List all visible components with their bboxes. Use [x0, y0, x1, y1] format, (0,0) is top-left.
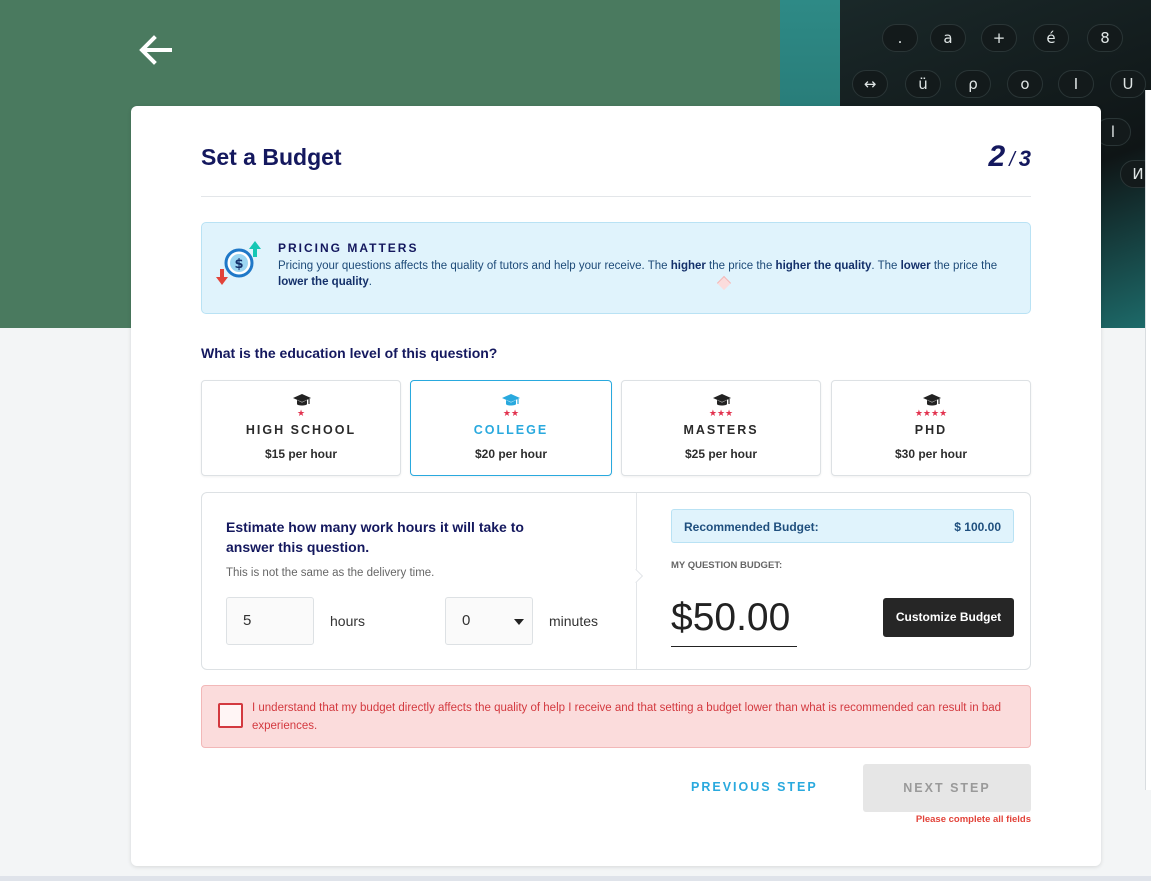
level-name: HIGH SCHOOL	[245, 423, 357, 437]
minutes-label: minutes	[549, 613, 599, 629]
title-divider	[201, 196, 1031, 197]
my-budget-label: MY QUESTION BUDGET:	[671, 560, 783, 571]
next-step-button[interactable]: NEXT STEP	[863, 764, 1031, 812]
typewriter-key: é	[1033, 24, 1069, 52]
graduation-cap-icon	[293, 394, 311, 406]
info-text-bold: higher the quality	[775, 260, 872, 272]
validation-error: Please complete all fields	[915, 814, 1031, 825]
budget-warning: I understand that my budget directly aff…	[201, 685, 1031, 748]
page-title: Set a Budget	[201, 144, 342, 170]
typewriter-key: .	[882, 24, 918, 52]
level-stars: ★	[296, 408, 306, 418]
graduation-cap-icon	[923, 394, 941, 406]
level-price: $30 per hour	[894, 447, 968, 461]
info-text: Pricing your questions affects the quali…	[278, 258, 1018, 290]
side-panel-edge	[1145, 90, 1151, 790]
typewriter-key: 8	[1087, 24, 1123, 52]
level-option-phd[interactable]: ★★★★ PHD $30 per hour	[831, 380, 1031, 476]
back-arrow-icon[interactable]	[136, 30, 176, 70]
level-name: COLLEGE	[473, 423, 549, 437]
recommended-budget-box: Recommended Budget: $ 100.00	[671, 509, 1014, 543]
info-heading: PRICING MATTERS	[278, 241, 419, 255]
step-current: 2	[988, 140, 1006, 173]
step-total: 3	[1018, 146, 1031, 171]
hours-input[interactable]: 5	[226, 597, 314, 645]
typewriter-key: o	[1007, 70, 1043, 98]
level-option-college[interactable]: ★★ COLLEGE $20 per hour	[410, 380, 612, 476]
info-text-bold: lower the quality	[278, 276, 369, 288]
typewriter-key: ρ	[955, 70, 991, 98]
budget-amount-field[interactable]: $50.00	[671, 593, 797, 647]
customize-budget-button[interactable]: Customize Budget	[883, 598, 1014, 637]
education-level-options: ★ HIGH SCHOOL $15 per hour ★★ COLLEGE $2…	[201, 380, 1031, 476]
recommended-label: Recommended Budget:	[684, 520, 819, 534]
level-stars: ★★★★	[914, 408, 948, 418]
typewriter-key: a	[930, 24, 966, 52]
level-option-high-school[interactable]: ★ HIGH SCHOOL $15 per hour	[201, 380, 401, 476]
budget-card: Set a Budget 2/3 $ PRICING MATTERS Prici…	[131, 106, 1101, 866]
typewriter-key: +	[981, 24, 1017, 52]
info-text-bold: higher	[670, 260, 706, 272]
warning-text: I understand that my budget directly aff…	[252, 702, 1002, 732]
estimate-note: This is not the same as the delivery tim…	[226, 567, 435, 579]
minutes-value: 0	[462, 612, 471, 629]
panel-divider-notch	[628, 568, 644, 584]
typewriter-key: ü	[905, 70, 941, 98]
previous-step-button[interactable]: PREVIOUS STEP	[691, 780, 818, 794]
typewriter-key: I	[1058, 70, 1094, 98]
step-separator: /	[1009, 149, 1015, 171]
info-text-part: the price the	[930, 260, 998, 272]
step-counter: 2/3	[989, 140, 1032, 174]
svg-text:$: $	[234, 257, 243, 272]
acknowledge-checkbox[interactable]	[218, 703, 243, 728]
budget-panel: Estimate how many work hours it will tak…	[201, 492, 1031, 670]
caret-down-icon	[514, 619, 524, 625]
level-price: $25 per hour	[684, 447, 758, 461]
level-stars: ★★★	[708, 408, 734, 418]
level-name: MASTERS	[683, 423, 759, 437]
hours-label: hours	[330, 613, 366, 629]
minutes-select[interactable]: 0	[445, 597, 533, 645]
level-stars: ★★	[502, 408, 520, 418]
info-text-part: the price the	[705, 260, 776, 272]
level-name: PHD	[914, 423, 948, 437]
pricing-info-box: $ PRICING MATTERS Pricing your questions…	[201, 222, 1031, 314]
graduation-cap-icon	[713, 394, 731, 406]
page-bottom-bar	[0, 876, 1151, 881]
estimate-question: Estimate how many work hours it will tak…	[226, 519, 524, 555]
level-price: $15 per hour	[264, 447, 338, 461]
typewriter-key: U	[1110, 70, 1146, 98]
info-text-part: . The	[871, 260, 901, 272]
info-text-part: .	[368, 276, 372, 288]
recommended-value: $ 100.00	[954, 520, 1001, 534]
info-text-bold: lower	[900, 260, 931, 272]
level-option-masters[interactable]: ★★★ MASTERS $25 per hour	[621, 380, 821, 476]
info-text-part: Pricing your questions affects the quali…	[278, 260, 671, 272]
level-price: $20 per hour	[474, 447, 548, 461]
typewriter-key: ↔	[852, 70, 888, 98]
education-question: What is the education level of this ques…	[201, 345, 498, 361]
graduation-cap-icon	[502, 394, 520, 406]
dollar-arrows-icon: $	[214, 239, 266, 287]
